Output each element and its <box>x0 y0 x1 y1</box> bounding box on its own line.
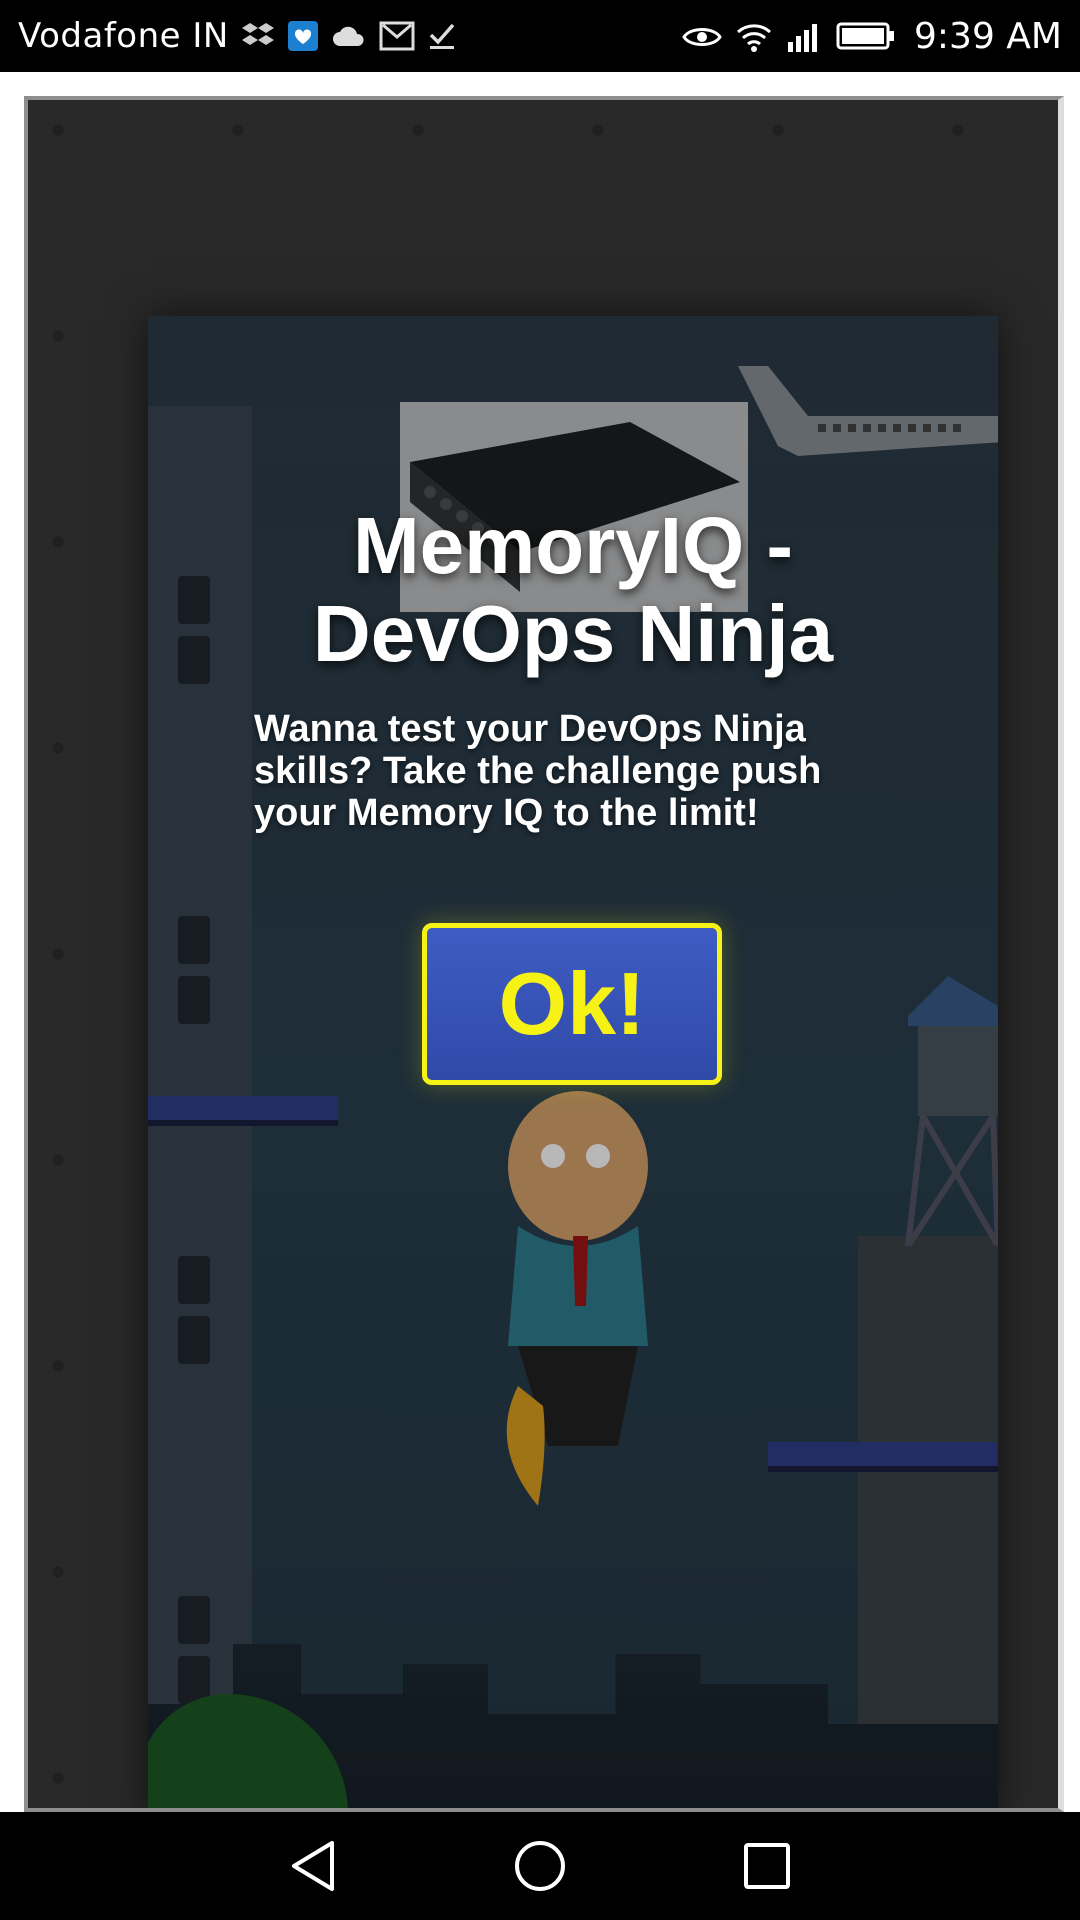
mail-icon <box>379 21 415 51</box>
recents-button[interactable] <box>722 1821 812 1911</box>
dropbox-icon <box>241 21 275 51</box>
home-icon <box>514 1841 565 1891</box>
navigation-bar <box>0 1812 1080 1920</box>
wifi-icon <box>734 20 774 52</box>
cloud-icon <box>331 24 367 48</box>
title-line-1: MemoryIQ - <box>352 501 794 590</box>
back-icon <box>292 1841 335 1891</box>
game-frame: MemoryIQ - DevOps Ninja Wanna test your … <box>24 96 1064 1812</box>
carrier-name: Vodafone IN <box>18 16 229 56</box>
recents-icon <box>743 1843 790 1889</box>
clock: 9:39 AM <box>914 15 1062 57</box>
check-icon <box>427 21 457 51</box>
title-line-2: DevOps Ninja <box>312 589 834 678</box>
ok-button[interactable]: Ok! <box>422 923 722 1085</box>
battery-icon <box>836 21 896 51</box>
signal-icon <box>786 20 824 52</box>
back-button[interactable] <box>268 1821 358 1911</box>
eye-icon <box>682 21 722 51</box>
health-icon <box>287 20 319 52</box>
status-bar: Vodafone IN 9:39 AM <box>0 0 1080 72</box>
dialog-title: MemoryIQ - DevOps Ninja <box>148 502 998 678</box>
home-button[interactable] <box>495 1821 585 1911</box>
game-scene: MemoryIQ - DevOps Ninja Wanna test your … <box>148 316 998 1808</box>
dialog-description: Wanna test your DevOps Ninja skills? Tak… <box>254 708 822 834</box>
